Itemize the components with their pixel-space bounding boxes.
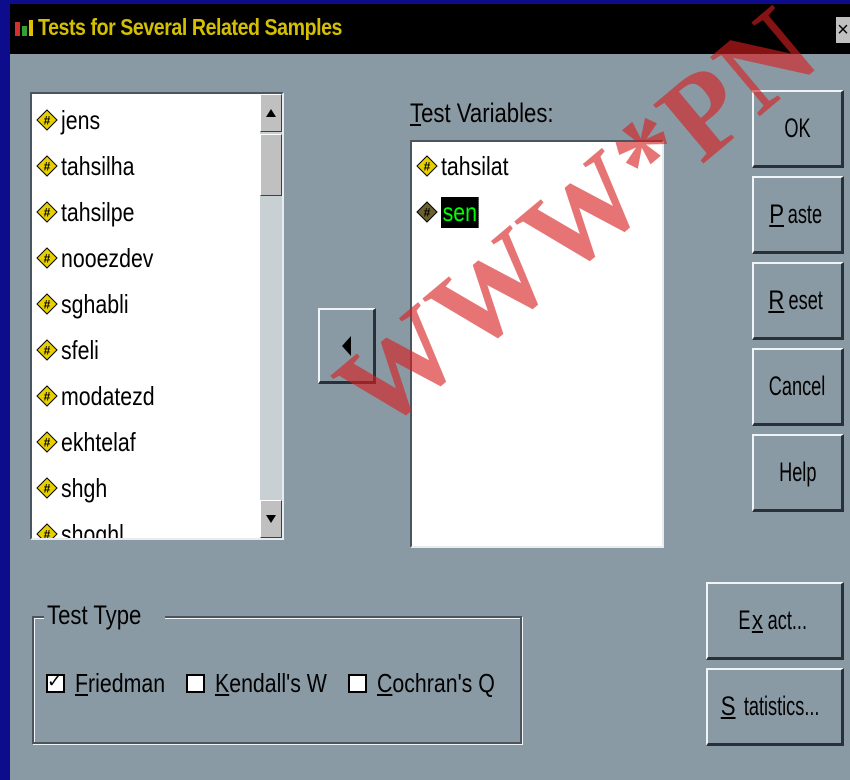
variable-name: shoghl [61,518,124,540]
numeric-variable-icon: # [36,201,58,223]
numeric-variable-icon: # [36,477,58,499]
numeric-variable-icon: # [416,201,438,223]
svg-text:#: # [44,252,51,266]
test-type-checkbox-f[interactable]: ✓ Friedman [46,668,185,699]
test-variable-item[interactable]: # sen [416,192,487,232]
paste-button[interactable]: Paste [752,176,844,254]
svg-text:#: # [44,482,51,496]
title-bar[interactable]: Tests for Several Related Samples × [10,4,850,54]
left-arrow-icon [341,335,351,356]
ok-button[interactable]: OK [752,90,844,168]
numeric-variable-icon: # [36,339,58,361]
svg-text:#: # [44,206,51,220]
statistics-button[interactable]: Statistics... [706,668,844,746]
svg-text:#: # [44,298,51,312]
checkbox-square[interactable]: ✓ [46,671,65,693]
triangle-down-icon [266,515,276,523]
source-variable-item[interactable]: # tahsilpe [36,192,151,232]
source-variable-item[interactable]: # sghabli [36,284,143,324]
cancel-button[interactable]: Cancel [752,348,844,426]
help-button[interactable]: Help [752,434,844,512]
source-variable-item[interactable]: # shoghl [36,514,138,541]
checkbox-label: Friedman [75,668,166,698]
numeric-variable-icon: # [36,109,58,131]
reset-button[interactable]: Reset [752,262,844,340]
test-variables-label: Test Variables: [410,98,554,128]
dialog-window: Tests for Several Related Samples × # jen… [10,0,850,780]
variable-name: tahsilpe [61,196,135,227]
svg-text:#: # [44,528,51,541]
svg-text:#: # [424,206,431,220]
variable-name: jens [61,104,101,135]
spss-app-icon [15,20,33,36]
test-type-title: Test Type [44,600,166,631]
test-type-checkbox-c[interactable]: Cochran's Q [348,668,521,699]
triangle-up-icon [266,109,276,117]
numeric-variable-icon: # [36,385,58,407]
variable-name: modatezd [61,380,155,411]
numeric-variable-icon: # [416,155,438,177]
source-variable-item[interactable]: # tahsilha [36,146,151,186]
numeric-variable-icon: # [36,523,58,541]
svg-text:#: # [44,390,51,404]
variable-name: shgh [61,472,108,503]
test-variable-item[interactable]: # tahsilat [416,146,523,186]
test-type-checkbox-k[interactable]: Kendall's W [186,668,351,699]
exact-button[interactable]: Ex act... [706,582,844,660]
variable-name: sfeli [61,334,99,365]
numeric-variable-icon: # [36,293,58,315]
checkbox-square[interactable] [348,674,367,693]
checkbox-square[interactable] [186,674,205,693]
source-variable-item[interactable]: # shgh [36,468,117,508]
svg-text:#: # [44,160,51,174]
numeric-variable-icon: # [36,155,58,177]
close-icon[interactable]: × [836,17,850,43]
variable-name: nooezdev [61,242,154,273]
svg-text:#: # [44,114,51,128]
scroll-thumb[interactable] [260,134,282,196]
checkbox-label: Kendall's W [215,668,327,698]
vertical-scrollbar[interactable] [260,94,282,538]
test-variables-list[interactable]: # tahsilat # sen [410,140,664,548]
svg-text:#: # [44,436,51,450]
svg-text:#: # [424,160,431,174]
numeric-variable-icon: # [36,247,58,269]
scroll-down-button[interactable] [260,500,282,538]
source-variable-item[interactable]: # sfeli [36,330,107,370]
checkbox-label: Cochran's Q [377,668,495,698]
source-variable-item[interactable]: # jens [36,100,109,140]
variable-name: sen [440,195,480,229]
scroll-up-button[interactable] [260,94,282,132]
variable-name: sghabli [61,288,129,319]
variable-name: tahsilat [441,150,509,181]
svg-text:#: # [44,344,51,358]
source-variable-list[interactable]: # jens # tahsilha # tahsilpe # nooezdev # sghabli… [30,92,284,540]
numeric-variable-icon: # [36,431,58,453]
move-variable-button[interactable] [318,308,376,384]
variable-name: tahsilha [61,150,135,181]
window-title: Tests for Several Related Samples [38,14,342,40]
variable-name: ekhtelaf [61,426,136,457]
checkmark-icon: ✓ [47,671,63,691]
source-variable-item[interactable]: # modatezd [36,376,175,416]
source-variable-item[interactable]: # nooezdev [36,238,174,278]
source-variable-item[interactable]: # ekhtelaf [36,422,152,462]
